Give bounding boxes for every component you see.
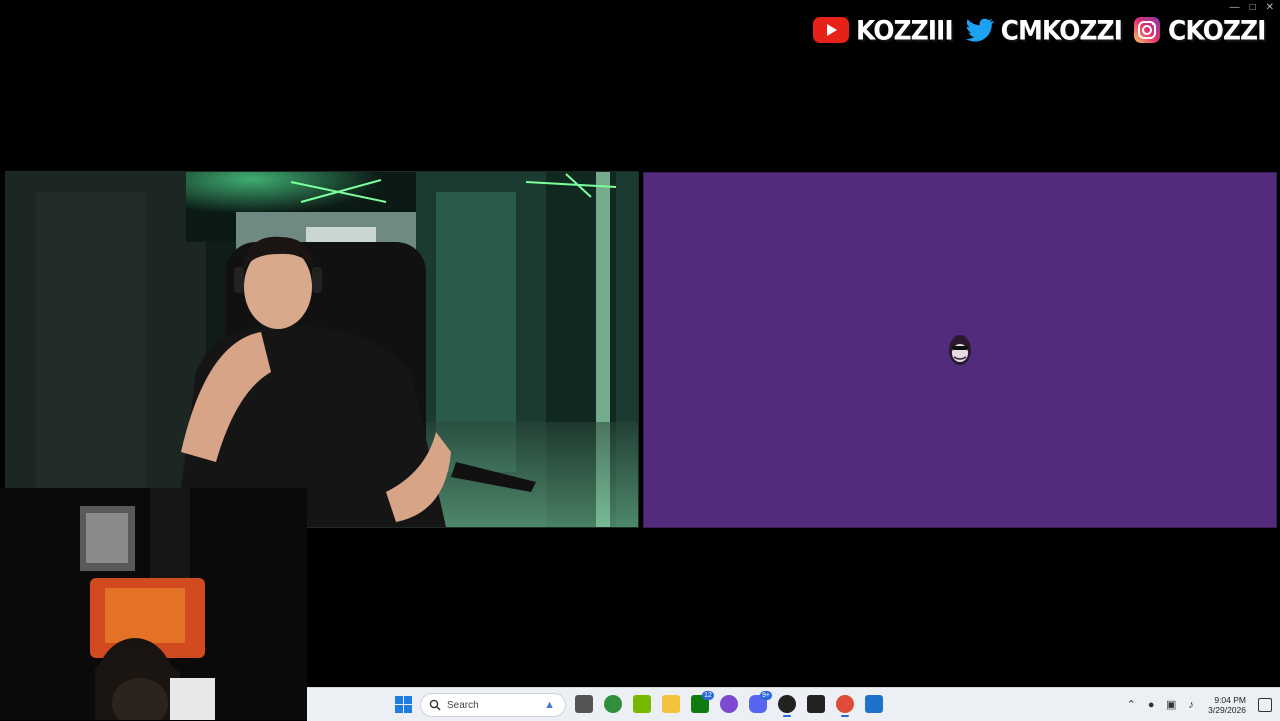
instagram-icon [1133, 17, 1160, 43]
windows-taskbar: Search ▲ 12 9+ ⌃ ● ▣ ♪ 9:04 PM 3/29/2026 [307, 687, 1280, 721]
chrome-icon[interactable] [836, 695, 854, 717]
twitter-icon [965, 18, 994, 42]
search-placeholder: Search [447, 699, 479, 711]
xbox-app-icon[interactable]: 12 [691, 691, 714, 713]
close-icon[interactable]: ✕ [1266, 2, 1274, 13]
clock-time: 9:04 PM [1214, 694, 1246, 705]
clock-date: 3/29/2026 [1208, 704, 1246, 715]
windows-start-icon[interactable] [395, 696, 412, 713]
minimize-icon[interactable]: — [1230, 2, 1240, 13]
search-icon [429, 699, 441, 711]
nvidia-icon[interactable] [633, 695, 651, 713]
youtube-handle-label: KOZZIII [856, 14, 954, 46]
facecam-video [0, 488, 307, 720]
instagram-handle-label: CKOZZI [1167, 14, 1266, 46]
window-controls: — □ ✕ [1230, 2, 1274, 13]
youtube-icon [813, 17, 849, 43]
taskbar-search-box[interactable]: Search ▲ [420, 693, 566, 717]
maximize-icon[interactable]: □ [1250, 2, 1256, 13]
notification-icon[interactable] [1258, 697, 1272, 712]
xbox-icon[interactable] [604, 695, 622, 713]
discord-icon[interactable]: 9+ [749, 691, 772, 713]
media-panel [643, 172, 1277, 528]
xbox-app-badge: 12 [702, 691, 714, 700]
circle-app-icon[interactable] [720, 695, 738, 713]
social-handles-overlay: KOZZIII CMKOZZI CKOZZI [812, 10, 1275, 50]
file-explorer-icon[interactable] [662, 695, 680, 713]
system-tray: ⌃ ● ▣ ♪ 9:04 PM 3/29/2026 [1118, 688, 1280, 721]
store-icon[interactable] [865, 695, 883, 713]
instagram-handle: CKOZZI [1132, 14, 1266, 46]
face-emoji-icon [949, 335, 971, 365]
microphone-icon[interactable]: ● [1144, 699, 1158, 711]
main-webcam-panel [5, 171, 639, 528]
streamer-facecam [0, 488, 307, 720]
taskbar-clock[interactable]: 9:04 PM 3/29/2026 [1208, 695, 1246, 715]
network-icon[interactable]: ▣ [1164, 698, 1178, 711]
chevron-up-icon[interactable]: ⌃ [1124, 698, 1138, 711]
obs-icon[interactable] [778, 695, 796, 717]
discord-badge: 9+ [760, 691, 772, 700]
task-view-icon[interactable] [575, 695, 593, 713]
twitter-handle: CMKOZZI [963, 14, 1123, 46]
youtube-handle: KOZZIII [812, 14, 954, 46]
volume-icon[interactable]: ♪ [1184, 699, 1198, 711]
twitter-handle-label: CMKOZZI [1000, 14, 1123, 46]
webcam-video [6, 172, 638, 527]
search-highlight-icon: ▲ [544, 699, 555, 711]
epic-games-icon[interactable] [807, 695, 825, 713]
